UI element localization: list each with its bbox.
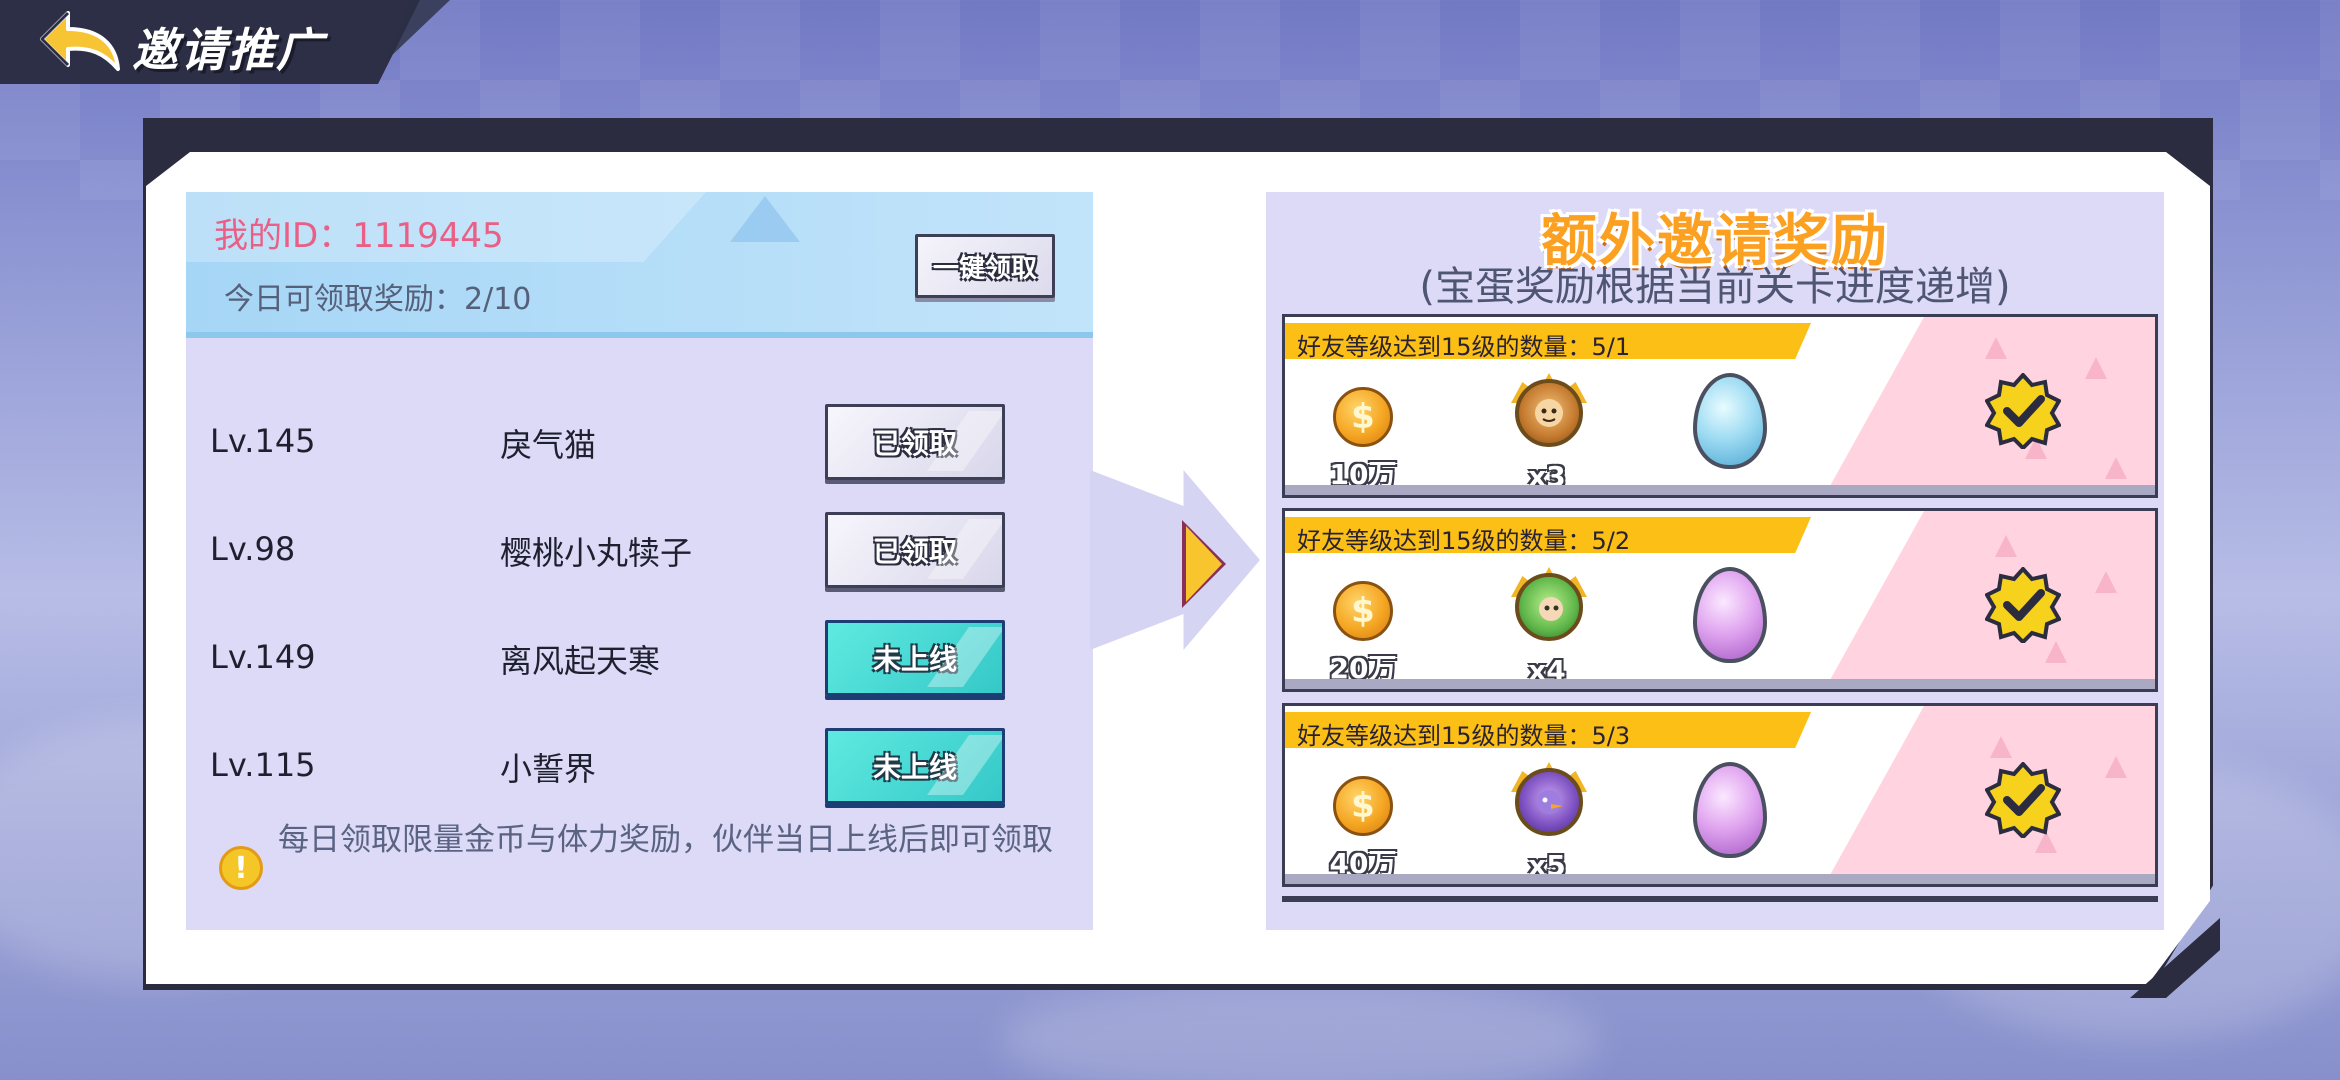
purple-egg-icon [1693,567,1767,663]
page-title: 邀请推广 [132,23,324,77]
friend-claim-button[interactable]: 已领取 [825,404,1005,480]
reward-condition: 好友等级达到15级的数量：5/1 [1297,333,1631,361]
friend-name: 樱桃小丸犊子 [500,534,693,572]
card-shadow [1285,485,2155,495]
friend-name: 小誓界 [500,750,597,788]
back-arrow-icon [40,11,120,71]
friend-level: Lv.98 [210,530,296,568]
card-shadow [1285,679,2155,689]
completed-check-icon [1985,762,2061,838]
warning-icon: ! [219,846,263,890]
completed-check-icon [1985,373,2061,449]
reward-coins: $ 20万 [1323,581,1403,685]
claim-all-button[interactable]: 一键领取 [915,234,1055,298]
reward-hero: x3 [1507,373,1587,493]
friend-claim-button[interactable]: 未上线 [825,620,1005,696]
reward-condition: 好友等级达到15级的数量：5/3 [1297,722,1631,750]
reward-coins: $ 40万 [1323,776,1403,880]
background-cloud [1000,980,1600,1080]
reward-hero: x4 [1507,567,1587,687]
reward-card: 好友等级达到15级的数量：5/3 $ 40万 x5 [1282,703,2158,887]
friend-claim-button[interactable]: 未上线 [825,728,1005,804]
friend-name: 离风起天寒 [500,642,661,680]
reward-hero: x5 [1507,762,1587,882]
daily-claim-count: 今日可领取奖励：2/10 [224,282,532,317]
reward-egg [1685,373,1767,487]
reward-coins: $ 10万 [1323,387,1403,491]
coin-icon: $ [1333,776,1393,836]
friend-level: Lv.149 [210,638,316,676]
card-shadow [1285,874,2155,884]
reward-list-edge [1282,896,2158,902]
reward-egg [1685,567,1767,681]
reward-card: 好友等级达到15级的数量：5/2 $ 20万 x4 [1282,508,2158,692]
bonus-subtitle: (宝蛋奖励根据当前关卡进度递增) [1419,264,2011,310]
invite-header-divider [186,332,1093,338]
coin-icon: $ [1333,581,1393,641]
friend-name: 戾气猫 [500,426,597,464]
blue-egg-icon [1693,373,1767,469]
my-id: 我的ID：1119445 [214,216,504,256]
reward-card: 好友等级达到15级的数量：5/1 $ 10万 x3 [1282,314,2158,498]
notice-text: 每日领取限量金币与体力奖励，伙伴当日上线后即可领取 [278,822,1053,858]
friend-level: Lv.115 [210,746,316,784]
purple-egg-icon [1693,762,1767,858]
reward-egg [1685,762,1767,876]
green-hair-hero-avatar-icon [1515,573,1583,641]
completed-check-icon [1985,567,2061,643]
bird-hero-avatar-icon [1515,768,1583,836]
reward-condition: 好友等级达到15级的数量：5/2 [1297,527,1631,555]
coin-icon: $ [1333,387,1393,447]
lion-hero-avatar-icon [1515,379,1583,447]
friend-level: Lv.145 [210,422,316,460]
back-button[interactable] [36,8,126,74]
friend-claim-button[interactable]: 已领取 [825,512,1005,588]
